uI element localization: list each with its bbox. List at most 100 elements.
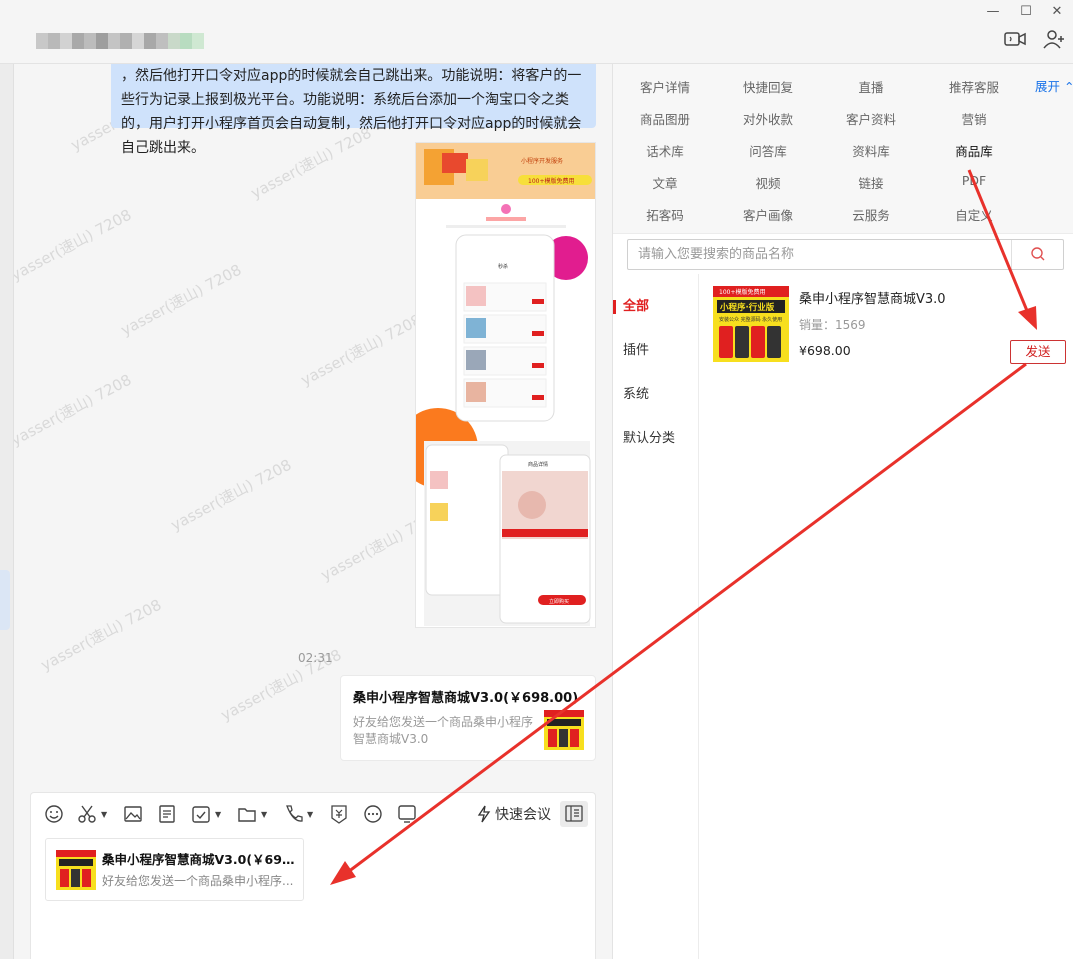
grid-item-recommend-agent[interactable]: 推荐客服 bbox=[924, 77, 1024, 96]
send-product-button[interactable]: 发送 bbox=[1010, 340, 1066, 364]
quick-meeting-label: 快速会议 bbox=[495, 807, 551, 823]
poster-banner-badge: 100+模版免费用 bbox=[528, 177, 574, 185]
search-button[interactable] bbox=[1011, 240, 1063, 269]
more-icon[interactable] bbox=[363, 803, 383, 825]
schedule-icon[interactable] bbox=[191, 803, 211, 825]
grid-item-qa-library[interactable]: 问答库 bbox=[718, 141, 818, 160]
category-default[interactable]: 默认分类 bbox=[613, 426, 699, 452]
grid-item-cloud-service[interactable]: 云服务 bbox=[821, 205, 921, 224]
redpacket-icon[interactable] bbox=[329, 803, 349, 825]
name-blur-pixel bbox=[144, 33, 156, 49]
poster-phone-title: 秒杀 bbox=[498, 263, 508, 270]
name-blur-pixel bbox=[120, 33, 132, 49]
image-icon[interactable] bbox=[123, 803, 143, 825]
expand-toggle[interactable]: 展开 ⌃ bbox=[1035, 76, 1073, 95]
name-blur-pixel bbox=[96, 33, 108, 49]
name-blur-pixel bbox=[48, 33, 60, 49]
name-blur-pixel bbox=[168, 33, 180, 49]
conversation-list-edge bbox=[0, 64, 14, 959]
thumb-title-text: 小程序·行业版 bbox=[719, 302, 775, 313]
screen-icon[interactable] bbox=[397, 803, 417, 825]
minimize-button[interactable]: — bbox=[983, 4, 1003, 20]
product-card-message[interactable]: 桑申小程序智慧商城V3.0(￥698.00) 好友给您发送一个商品桑申小程序智慧… bbox=[340, 675, 596, 761]
poster-detail-title: 商品详情 bbox=[528, 461, 548, 468]
name-blur-pixel bbox=[60, 33, 72, 49]
sidebar-toggle-icon bbox=[565, 805, 583, 822]
function-grid: 客户详情 快捷回复 直播 推荐客服 商品图册 对外收款 客户资料 营销 话术库 … bbox=[613, 64, 1073, 234]
name-blur-pixel bbox=[132, 33, 144, 49]
grid-item-video[interactable]: 视频 bbox=[718, 173, 818, 192]
product-name: 桑申小程序智慧商城V3.0 bbox=[799, 292, 946, 307]
chat-history[interactable]: yasser(速山) 7208 yasser(速山) 7208 yasser(速… bbox=[14, 64, 612, 792]
watermark: yasser(速山) 7208 bbox=[14, 205, 135, 285]
grid-item-article[interactable]: 文章 bbox=[615, 173, 715, 192]
incoming-message-bubble[interactable]: ，然后他打开口令对应app的时候就会自己跳出来。功能说明：将客户的一些行为记录上… bbox=[111, 64, 596, 156]
title-bar: — ☐ ✕ bbox=[0, 0, 1073, 64]
folder-icon[interactable] bbox=[237, 803, 257, 825]
sidebar-toggle-button[interactable] bbox=[560, 801, 588, 827]
name-blur-pixel bbox=[156, 33, 168, 49]
name-blur-pixel bbox=[108, 33, 120, 49]
poster-buy-button: 立即购买 bbox=[549, 598, 569, 605]
grid-item-customer-profile[interactable]: 客户资料 bbox=[821, 109, 921, 128]
tools-side-panel: 客户详情 快捷回复 直播 推荐客服 商品图册 对外收款 客户资料 营销 话术库 … bbox=[612, 64, 1073, 959]
grid-item-payment[interactable]: 对外收款 bbox=[718, 109, 818, 128]
video-call-icon[interactable] bbox=[1003, 28, 1027, 50]
grid-item-pdf[interactable]: PDF bbox=[924, 173, 1024, 188]
lightning-icon bbox=[477, 805, 491, 823]
watermark: yasser(速山) 7208 bbox=[167, 455, 295, 535]
grid-item-customer-portrait[interactable]: 客户画像 bbox=[718, 205, 818, 224]
app-window: — ☐ ✕ yasser(速山) 7208 yasser(速山) 7208 ya… bbox=[0, 0, 1073, 959]
phone-options-caret[interactable]: ▼ bbox=[307, 803, 313, 825]
grid-item-product-album[interactable]: 商品图册 bbox=[615, 109, 715, 128]
product-price: ¥698.00 bbox=[799, 343, 851, 358]
message-composer[interactable]: ▼ ▼ ▼ ▼ 快速会议 桑申小程序智慧商城V3.0(￥698.... 好友给您… bbox=[30, 792, 596, 959]
schedule-options-caret[interactable]: ▼ bbox=[215, 803, 221, 825]
grid-item-quick-reply[interactable]: 快捷回复 bbox=[718, 77, 818, 96]
thumb-sub-text: 安装公众 完整源码 永久使用 bbox=[719, 316, 782, 323]
watermark: yasser(速山) 7208 bbox=[297, 310, 425, 390]
product-list-item[interactable]: 100+模版免费用 小程序·行业版 安装公众 完整源码 永久使用 桑申小程序智慧… bbox=[713, 286, 1068, 366]
product-thumbnail: 100+模版免费用 小程序·行业版 安装公众 完整源码 永久使用 bbox=[713, 286, 789, 362]
product-search-input[interactable] bbox=[628, 240, 1012, 269]
product-poster-image[interactable]: 小程序开发服务 100+模版免费用 秒杀 商品详情 立即购买 bbox=[415, 142, 596, 628]
product-search-box[interactable] bbox=[627, 239, 1064, 270]
grid-item-marketing[interactable]: 营销 bbox=[924, 109, 1024, 128]
grid-item-live[interactable]: 直播 bbox=[821, 77, 921, 96]
product-sales: 销量：1569 bbox=[799, 318, 866, 332]
name-blur-pixel bbox=[192, 33, 204, 49]
category-system[interactable]: 系统 bbox=[613, 382, 699, 408]
category-plugin[interactable]: 插件 bbox=[613, 338, 699, 364]
product-card-title: 桑申小程序智慧商城V3.0(￥698.00) bbox=[353, 691, 579, 706]
watermark: yasser(速山) 7208 bbox=[14, 370, 135, 450]
name-blur-pixel bbox=[180, 33, 192, 49]
document-icon[interactable] bbox=[157, 803, 177, 825]
grid-item-material-library[interactable]: 资料库 bbox=[821, 141, 921, 160]
phone-icon[interactable] bbox=[283, 803, 303, 825]
folder-options-caret[interactable]: ▼ bbox=[261, 803, 267, 825]
watermark: yasser(速山) 7208 bbox=[117, 260, 245, 340]
name-blur-pixel bbox=[84, 33, 96, 49]
category-all[interactable]: 全部 bbox=[613, 294, 699, 320]
search-icon bbox=[1031, 247, 1045, 261]
screenshot-options-caret[interactable]: ▼ bbox=[101, 803, 107, 825]
grid-item-link[interactable]: 链接 bbox=[821, 173, 921, 192]
grid-item-custom[interactable]: 自定义 bbox=[924, 205, 1024, 224]
maximize-button[interactable]: ☐ bbox=[1016, 4, 1036, 20]
scissors-icon[interactable] bbox=[77, 803, 97, 825]
emoji-icon[interactable] bbox=[43, 803, 65, 825]
grid-item-script-library[interactable]: 话术库 bbox=[615, 141, 715, 160]
draft-product-card[interactable]: 桑申小程序智慧商城V3.0(￥698.... 好友给您发送一个商品桑申小程序..… bbox=[45, 838, 304, 901]
close-button[interactable]: ✕ bbox=[1047, 4, 1067, 20]
product-card-description: 好友给您发送一个商品桑申小程序智慧商城V3.0 bbox=[353, 715, 534, 746]
watermark: yasser(速山) 7208 bbox=[37, 595, 165, 675]
grid-item-customer-details[interactable]: 客户详情 bbox=[615, 77, 715, 96]
quick-meeting-button[interactable]: 快速会议 bbox=[476, 803, 551, 825]
grid-item-acquisition-code[interactable]: 拓客码 bbox=[615, 205, 715, 224]
message-timestamp: 02:31 bbox=[298, 651, 333, 665]
thumb-banner-text: 100+模版免费用 bbox=[719, 288, 765, 296]
product-card-thumbnail bbox=[544, 710, 584, 750]
grid-item-product-library[interactable]: 商品库 bbox=[924, 141, 1024, 160]
add-member-icon[interactable] bbox=[1042, 28, 1066, 50]
poster-illustration: 小程序开发服务 100+模版免费用 秒杀 商品详情 立即购买 bbox=[416, 143, 595, 626]
